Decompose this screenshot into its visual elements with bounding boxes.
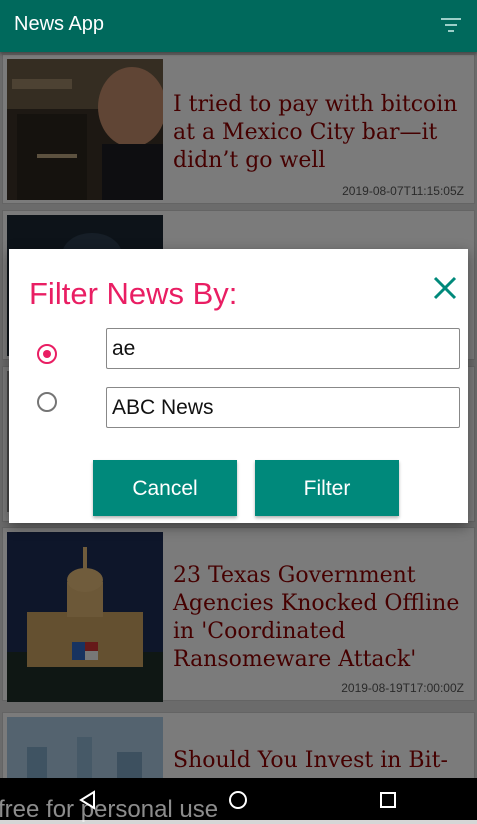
filter-dialog: Filter News By: ae ABC News Cancel Filte… [9, 249, 468, 523]
radio-option-ae[interactable] [37, 344, 57, 364]
app-title: News App [14, 13, 105, 35]
close-icon[interactable] [428, 271, 462, 305]
app-bar: News App [0, 0, 477, 52]
home-icon[interactable] [227, 789, 249, 811]
filter-value-field[interactable]: ae [106, 328, 460, 369]
cancel-button[interactable]: Cancel [93, 460, 237, 516]
radio-option-abc-news[interactable] [37, 392, 57, 412]
filter-value-field[interactable]: ABC News [106, 387, 460, 428]
dialog-title: Filter News By: [29, 276, 238, 311]
filter-button[interactable]: Filter [255, 460, 399, 516]
filter-list-icon[interactable] [441, 16, 463, 34]
recents-icon[interactable] [377, 789, 399, 811]
